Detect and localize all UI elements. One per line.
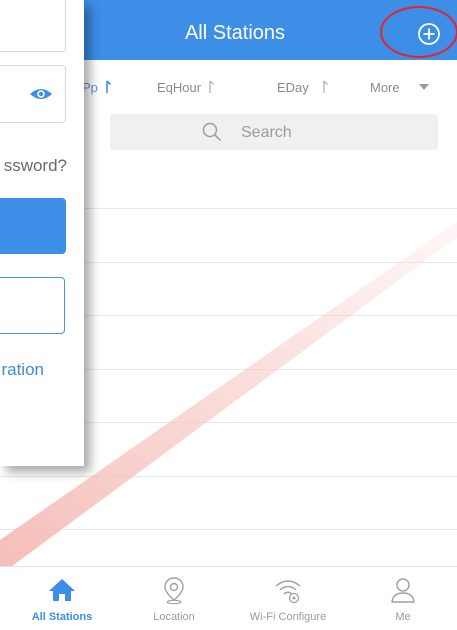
bottom-tab-bar: All Stations Location Wi-Fi Configure Me xyxy=(0,566,457,630)
tab-wifi-configure[interactable]: Wi-Fi Configure xyxy=(238,567,338,630)
tab-label: Wi-Fi Configure xyxy=(249,611,327,623)
tab-label: Me xyxy=(395,611,411,623)
sort-item-label: Pp xyxy=(82,80,98,95)
tab-me[interactable]: Me xyxy=(370,567,436,630)
sort-arrow-icon xyxy=(105,80,111,93)
tab-location[interactable]: Location xyxy=(134,567,214,630)
login-button[interactable] xyxy=(0,198,66,254)
sort-item-more[interactable]: More xyxy=(370,79,430,97)
sort-arrow-icon xyxy=(209,80,214,93)
search-icon xyxy=(202,122,222,142)
search-bar[interactable]: Search xyxy=(110,114,438,150)
sort-item-pp[interactable]: Pp xyxy=(82,79,111,97)
register-button[interactable] xyxy=(0,277,65,334)
sort-item-eday[interactable]: EDay xyxy=(277,79,329,97)
list-item[interactable] xyxy=(0,476,457,530)
username-field[interactable] xyxy=(0,0,66,52)
person-icon xyxy=(391,578,415,603)
tab-label: All Stations xyxy=(31,611,93,623)
password-field[interactable] xyxy=(0,65,66,123)
tab-all-stations[interactable]: All Stations xyxy=(20,567,104,630)
sort-item-eqhour[interactable]: EqHour xyxy=(157,79,214,97)
sort-arrow-icon xyxy=(323,80,329,93)
highlight-circle-annotation xyxy=(380,6,457,58)
login-screen-overlay: ssword? ration xyxy=(0,0,84,466)
eye-icon[interactable] xyxy=(29,86,53,102)
forgot-password-link[interactable]: ssword? xyxy=(4,156,67,176)
search-placeholder: Search xyxy=(241,124,292,141)
chevron-down-icon xyxy=(419,84,430,90)
sort-item-label: EDay xyxy=(277,80,309,95)
tab-label: Location xyxy=(153,611,195,623)
registration-link[interactable]: ration xyxy=(1,360,44,380)
sort-item-label: EqHour xyxy=(157,80,202,95)
home-icon xyxy=(49,579,75,601)
location-pin-icon xyxy=(164,577,184,605)
sort-item-label: More xyxy=(370,80,400,95)
wifi-configure-icon xyxy=(275,580,301,604)
